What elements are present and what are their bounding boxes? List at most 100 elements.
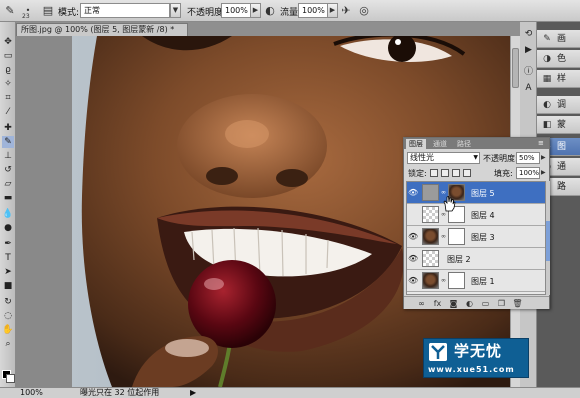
layer-name: 图层 1 [471,277,495,286]
layer-list-scrollbar[interactable] [546,181,550,295]
link-chain-icon[interactable]: ∞ [441,277,447,284]
status-arrow-icon[interactable]: ▶ [190,388,196,398]
swatches-icon: ▦ [542,74,552,84]
tab-channels[interactable]: 通道 [430,139,450,149]
new-layer-icon[interactable]: ❐ [496,298,507,309]
tab-paths[interactable]: 路径 [454,139,474,149]
options-bar: ✎ 23 • ▤ 模式: 正常 ▼ 不透明度: 100% ▶ ◐ 流量: 100%… [0,0,580,22]
opacity-field[interactable]: 100% [221,3,251,18]
eraser-tool-icon[interactable]: ▱ [2,178,14,190]
tablet-opacity-icon[interactable]: ◐ [262,3,278,19]
tab-layers[interactable]: 图层 [406,139,426,149]
status-info: 曝光只在 32 位起作用 [80,388,160,397]
lock-transparent-icon[interactable] [430,169,438,177]
fill-slider-arrow-icon[interactable]: ▶ [541,169,546,176]
fill-field[interactable]: 100% [516,167,540,179]
panel-menu-icon[interactable]: ≡ [538,139,544,147]
layer-row[interactable]: ∞ 图层 4 [407,204,545,226]
mode-select[interactable]: 正常 [80,3,170,18]
link-chain-icon[interactable]: ∞ [441,189,447,196]
add-mask-icon[interactable]: ◙ [448,298,459,309]
visibility-eye-icon[interactable]: 👁 [408,254,418,264]
link-chain-icon[interactable]: ∞ [441,233,447,240]
brush-tool-preset-icon[interactable]: ✎ [2,3,18,19]
layer-name: 图层 3 [471,233,495,242]
opacity-dropdown-arrow[interactable]: ▶ [250,3,261,18]
visibility-eye-icon[interactable]: 👁 [408,276,418,286]
dock-panel-swatches[interactable]: ▦ 样 [537,70,580,88]
crop-tool-icon[interactable]: ⌗ [2,92,14,104]
healing-brush-tool-icon[interactable]: ✚ [2,122,14,134]
mode-dropdown-arrow[interactable]: ▼ [170,3,181,18]
layer-mask-thumbnail[interactable] [448,272,465,289]
layer-row[interactable]: 👁 ∞ 图层 3 [407,226,545,248]
marquee-tool-icon[interactable]: ▭ [2,50,14,62]
layer-row[interactable]: 👁 ∞ 图层 5 [407,182,545,204]
zoom-tool-icon[interactable]: ⌕ [2,338,14,350]
clone-stamp-tool-icon[interactable]: ⊥ [2,150,14,162]
lock-position-icon[interactable] [452,169,460,177]
lock-all-icon[interactable] [463,169,471,177]
layer-list: 👁 ∞ 图层 5 ∞ 图层 4 👁 ∞ 图层 3 👁 图层 2 👁 ∞ 图层 1 [406,181,546,295]
background-color-swatch[interactable] [6,374,15,383]
path-select-tool-icon[interactable]: ➤ [2,266,14,278]
layer-name: 图层 2 [447,255,471,264]
eyedropper-tool-icon[interactable]: ⁄ [2,106,14,118]
blend-mode-value: 线性光 [410,153,434,162]
3d-orbit-tool-icon[interactable]: ◌ [2,310,14,322]
opacity-slider-arrow-icon[interactable]: ▶ [541,154,546,161]
visibility-eye-icon[interactable]: 👁 [408,188,418,198]
layer-mask-thumbnail[interactable] [448,228,465,245]
layer-row[interactable]: 👁 ∞ 图层 1 [407,270,545,292]
delete-layer-icon[interactable]: 🗑 [512,298,523,309]
photoshop-window: ✎ 23 • ▤ 模式: 正常 ▼ 不透明度: 100% ▶ ◐ 流量: 100%… [0,0,580,398]
move-tool-icon[interactable]: ✥ [2,36,14,48]
blur-tool-icon[interactable]: 💧 [2,208,14,220]
dock-panel-brush[interactable]: ✎ 画 [537,30,580,48]
vertical-scroll-thumb[interactable] [512,48,519,88]
lock-pixels-icon[interactable] [441,169,449,177]
document-tab[interactable]: 所图.jpg @ 100% (图层 5, 图层蒙新 /8) * [16,23,188,36]
layer-opacity-field[interactable]: 50% [516,152,540,164]
color-panel-icon: ◑ [543,54,551,64]
flow-dropdown-arrow[interactable]: ▶ [327,3,338,18]
brush-tool-icon[interactable]: ✎ [2,136,14,148]
flow-field[interactable]: 100% [298,3,328,18]
dodge-tool-icon[interactable]: ● [2,222,14,234]
link-layers-icon[interactable]: ∞ [416,298,427,309]
airbrush-icon[interactable]: ✈ [338,3,354,19]
pen-tool-icon[interactable]: ✒ [2,238,14,250]
gradient-tool-icon[interactable]: ▬ [2,192,14,204]
layer-thumbnail [422,228,439,245]
3d-rotate-tool-icon[interactable]: ↻ [2,296,14,308]
blend-mode-select[interactable]: 线性光 ▼ [407,152,480,164]
info-panel-icon[interactable]: ⓘ [522,66,535,79]
visibility-eye-icon[interactable]: 👁 [408,232,418,242]
brush-size-picker[interactable]: 23 • [20,3,36,20]
layer-row[interactable]: 👁 图层 2 [407,248,545,270]
hand-tool-icon[interactable]: ✋ [2,324,14,336]
history-brush-tool-icon[interactable]: ↺ [2,164,14,176]
layer-style-icon[interactable]: fx [432,298,443,309]
zoom-level[interactable]: 100% [20,388,43,398]
visibility-eye-icon[interactable] [408,210,418,220]
character-panel-icon[interactable]: A [522,82,535,95]
shape-tool-icon[interactable]: ■ [2,280,14,292]
tablet-size-icon[interactable]: ◎ [356,3,372,19]
history-panel-icon[interactable]: ⟲ [522,28,535,41]
brush-panel-icon: ✎ [543,34,551,44]
new-group-icon[interactable]: ▭ [480,298,491,309]
chevron-down-icon: ▼ [473,154,478,161]
dock-panel-adjustments[interactable]: ◐ 调 [537,96,580,114]
type-tool-icon[interactable]: T [2,252,14,264]
dock-panel-color[interactable]: ◑ 色 [537,50,580,68]
brush-panel-toggle-icon[interactable]: ▤ [40,3,56,19]
lasso-tool-icon[interactable]: ϱ [2,64,14,76]
dock-panel-masks[interactable]: ◧ 蒙 [537,116,580,134]
link-chain-icon[interactable]: ∞ [441,211,447,218]
quick-select-tool-icon[interactable]: ✧ [2,78,14,90]
actions-panel-icon[interactable]: ▶ [522,44,535,57]
site-watermark: 学无忧 www.xue51.com [423,338,529,378]
layer-list-scroll-thumb[interactable] [546,221,550,261]
adjustment-layer-icon[interactable]: ◐ [464,298,475,309]
